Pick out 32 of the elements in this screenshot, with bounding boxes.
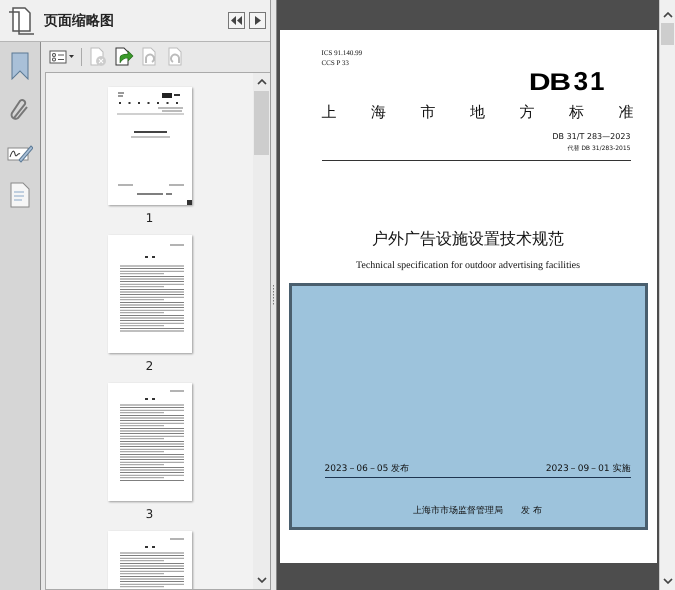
collapse-button[interactable] bbox=[228, 12, 245, 29]
options-icon bbox=[49, 50, 75, 64]
standard-code: DB 31/T 283—2023 bbox=[552, 132, 630, 141]
scroll-up-icon[interactable] bbox=[662, 12, 672, 18]
effective-date: 2023－09－01 实施 bbox=[546, 462, 630, 475]
panel-title: 页面缩略图 bbox=[44, 12, 115, 30]
issue-date: 2023－06－05 发布 bbox=[324, 462, 410, 475]
double-left-arrow-icon bbox=[231, 16, 242, 25]
scrollbar-thumb[interactable] bbox=[661, 23, 674, 45]
expand-button[interactable] bbox=[249, 12, 266, 29]
page-number: 2 bbox=[146, 359, 154, 373]
page-number: 1 bbox=[146, 211, 154, 225]
right-arrow-icon bbox=[254, 16, 260, 25]
scroll-down-icon[interactable] bbox=[256, 577, 266, 583]
page-number: 3 bbox=[146, 507, 154, 521]
bookmark-icon[interactable] bbox=[10, 52, 30, 80]
logo-prefix: DB bbox=[528, 69, 570, 97]
document-icon[interactable] bbox=[10, 182, 30, 208]
delete-page-icon bbox=[88, 47, 108, 67]
insert-page-icon bbox=[114, 47, 134, 67]
page-thumbnail[interactable] bbox=[108, 383, 192, 501]
logo-number: 31 bbox=[574, 66, 606, 97]
document-title: 户外广告设施设置技术规范 bbox=[371, 229, 565, 250]
issuer: 上海市市场监督管理局 发 布 bbox=[412, 504, 543, 517]
pages-icon bbox=[6, 6, 34, 36]
page-thumbnail[interactable] bbox=[108, 235, 192, 353]
page-thumbnail[interactable] bbox=[108, 87, 192, 205]
standard-type: 上海市地方标准 bbox=[322, 103, 630, 122]
english-title: Technical specification for outdoor advertising facilities bbox=[355, 260, 581, 271]
scrollbar-thumb[interactable] bbox=[254, 91, 269, 155]
scroll-down-icon[interactable] bbox=[662, 578, 672, 584]
scroll-up-icon[interactable] bbox=[256, 79, 266, 85]
